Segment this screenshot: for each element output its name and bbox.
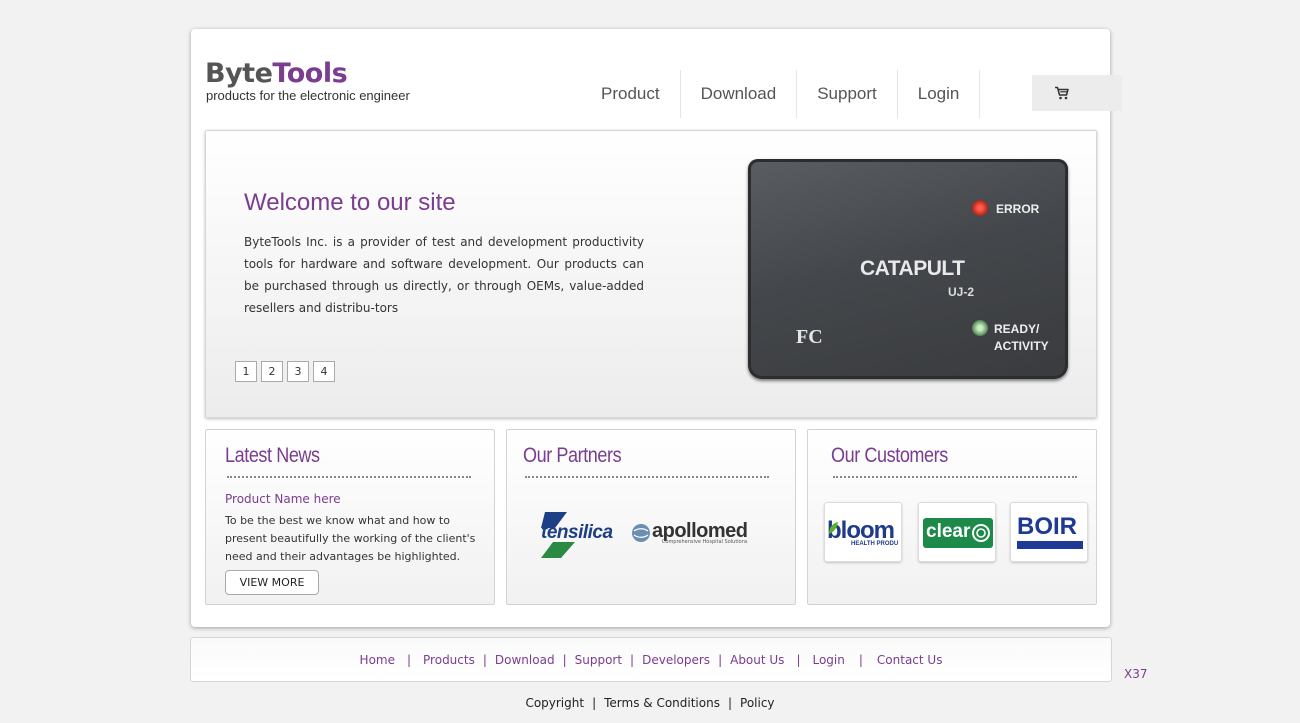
partner-logo-apollomed[interactable]: apollomed Comprehensive Hospital Solutio… [631, 520, 748, 545]
cart-button[interactable] [1032, 75, 1122, 111]
nav-item-download[interactable]: Download [681, 70, 798, 118]
ready-led-icon [972, 320, 988, 336]
hero-title: Welcome to our site [244, 189, 456, 216]
footer-link-support[interactable]: Support [575, 653, 622, 667]
copyright-link[interactable]: Copyright [525, 696, 584, 710]
bloom-leaf-icon [829, 522, 838, 534]
footer-link-about-us[interactable]: About Us [730, 653, 784, 667]
device-ready-label: READY/ACTIVITY [994, 321, 1049, 355]
side-code: X37 [1124, 667, 1148, 681]
footer-link-products[interactable]: Products [423, 653, 475, 667]
fcc-mark: FC [796, 326, 823, 348]
copyright-separator: | [592, 696, 597, 710]
news-item-title[interactable]: Product Name here [225, 492, 341, 506]
logo-wordmark: ByteTools [205, 59, 410, 89]
footer-link-download[interactable]: Download [495, 653, 555, 667]
terms-link[interactable]: Terms & Conditions [604, 696, 720, 710]
footer-separator: | [482, 652, 487, 667]
hero-text: ByteTools Inc. is a provider of test and… [244, 235, 644, 315]
customer-logo-bloom[interactable]: bloom HEALTH PRODU [824, 502, 902, 562]
site-logo[interactable]: ByteTools products for the electronic en… [205, 59, 410, 104]
apollomed-globe-icon [632, 523, 650, 542]
main-nav: Product Download Support Login [581, 70, 981, 118]
page-container: ByteTools products for the electronic en… [191, 29, 1122, 627]
partner-logo-tensilica[interactable]: tensilica [541, 512, 619, 558]
footer-link-developers[interactable]: Developers [642, 653, 710, 667]
pager-button-4[interactable]: 4 [313, 361, 335, 382]
clear-swirl-icon [972, 524, 990, 542]
hero-slider: Welcome to our site ByteTools Inc. is a … [205, 130, 1097, 418]
partners-box: Our Partners tensilica apollomed Compreh… [506, 429, 796, 605]
footer-separator: | [796, 652, 801, 667]
pager-button-2[interactable]: 2 [261, 361, 283, 382]
device-activity-line: ACTIVITY [994, 339, 1049, 353]
product-image: ERROR CATAPULT UJ-2 READY/ACTIVITY FC [748, 159, 1068, 379]
logo-name-part1: Byte [205, 58, 273, 89]
customer-logo-clear[interactable]: clear [918, 502, 996, 562]
footer-nav: Home | Products | Download | Support | D… [190, 637, 1112, 682]
policy-link[interactable]: Policy [740, 696, 775, 710]
pager-button-3[interactable]: 3 [287, 361, 309, 382]
partners-title: Our Partners [523, 444, 622, 467]
customers-box: Our Customers bloom HEALTH PRODU clear B… [807, 429, 1097, 605]
customers-divider [833, 476, 1077, 478]
news-item-text: To be the best we know what and how to p… [225, 514, 476, 563]
customers-title: Our Customers [831, 444, 948, 467]
nav-item-product[interactable]: Product [581, 70, 681, 118]
latest-news-title: Latest News [225, 444, 320, 467]
partners-divider [525, 476, 769, 478]
footer-separator: | [858, 652, 863, 667]
copyright-bar: Copyright | Terms & Conditions | Policy [0, 696, 1300, 710]
boir-wordmark: BOIR [1017, 513, 1077, 540]
footer-link-contact-us[interactable]: Contact Us [877, 653, 943, 667]
copyright-separator: | [727, 696, 733, 710]
nav-item-support[interactable]: Support [797, 70, 898, 118]
footer-separator: | [562, 652, 567, 667]
footer-link-login[interactable]: Login [812, 653, 844, 667]
apollomed-text-block: apollomed Comprehensive Hospital Solutio… [652, 520, 748, 545]
footer-separator: | [630, 652, 635, 667]
nav-item-login[interactable]: Login [898, 70, 981, 118]
footer-link-home[interactable]: Home [360, 653, 395, 667]
boir-bar [1017, 541, 1083, 549]
device-name: CATAPULT [860, 257, 965, 280]
device-model: UJ-2 [948, 285, 975, 299]
apollomed-subtitle: Comprehensive Hospital Solutions [661, 539, 748, 545]
latest-news-box: Latest News Product Name here To be the … [205, 429, 495, 605]
news-divider [227, 476, 471, 478]
slider-pager: 1 2 3 4 [235, 361, 335, 382]
tensilica-wordmark: tensilica [541, 522, 613, 543]
bloom-subtitle: HEALTH PRODU [851, 541, 899, 547]
error-led-icon [972, 200, 988, 216]
footer-separator: | [406, 652, 412, 667]
pager-button-1[interactable]: 1 [235, 361, 257, 382]
view-more-button[interactable]: VIEW MORE [225, 570, 319, 595]
customer-logo-boir[interactable]: BOIR [1010, 502, 1088, 562]
logo-tagline: products for the electronic engineer [206, 88, 410, 103]
device-error-label: ERROR [996, 202, 1040, 216]
clear-wordmark: clear [926, 521, 971, 542]
logo-name-part2: Tools [272, 58, 348, 89]
footer-separator: | [718, 652, 723, 667]
shopping-cart-icon [1055, 86, 1069, 100]
device-ready-line: READY/ [994, 322, 1040, 336]
